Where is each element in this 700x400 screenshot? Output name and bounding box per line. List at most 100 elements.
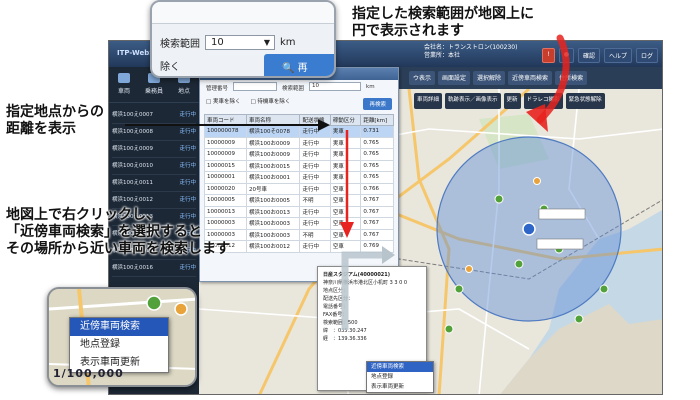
table-cell: 10000005 — [204, 194, 247, 207]
vehicle-list-item[interactable]: 横浜100え0011 走行中 — [112, 175, 196, 192]
vehicle-name: 横浜100え0009 — [112, 146, 153, 152]
inset-top-strip — [152, 2, 334, 24]
vehicle-marker — [514, 259, 524, 269]
toolbar-button[interactable]: 近傍車両検索 — [508, 71, 553, 85]
subtoolbar-button[interactable]: ドラレコ撮影 — [523, 93, 563, 109]
research-button-zoom[interactable]: 🔍 再 — [264, 54, 334, 76]
place-detail-line: 緯 ：035.30.247 — [323, 328, 367, 334]
table-cell: 横浜100お0015 — [245, 159, 301, 172]
toolbar-button[interactable]: 選択解除 — [473, 71, 506, 85]
caret-down-icon: ▼ — [263, 38, 270, 47]
context-menu-item[interactable]: 表示車両更新 — [367, 382, 433, 392]
table-row[interactable]: 10000020 20号車 走行中 空車 0.766 — [204, 182, 394, 195]
truck-icon — [118, 73, 130, 83]
vehicle-status: 走行中 — [179, 265, 196, 271]
table-row[interactable]: 10000015 横浜100お0015 走行中 実車 0.765 — [204, 159, 394, 172]
toolbar-button[interactable]: 住所検索 — [555, 71, 588, 85]
vehicle-name: 横浜100え0007 — [112, 112, 153, 118]
table-cell: 走行中 — [299, 217, 331, 230]
note-search-range: 指定した検索範囲が地図上に 円で表示されます — [352, 6, 534, 39]
subtoolbar-button[interactable]: 軌跡表示／画像表示 — [445, 93, 501, 109]
vehicle-marker — [494, 194, 504, 204]
table-cell: 空車 — [329, 228, 362, 241]
user-icon[interactable]: ● — [558, 48, 574, 63]
vehicle-list-item[interactable]: 横浜100え0009 走行中 — [112, 141, 196, 158]
table-cell: 走行中 — [299, 159, 331, 172]
vehicle-marker — [454, 284, 464, 294]
column-header[interactable]: 車両名称 — [245, 114, 301, 126]
table-cell: 20号車 — [245, 182, 301, 195]
vehicle-list-item[interactable]: 横浜100え0007 走行中 — [112, 107, 196, 124]
table-cell: 横浜100お0009 — [245, 148, 301, 161]
manage-no-input[interactable] — [233, 82, 278, 91]
table-row[interactable]: 10000009 横浜100お0009 走行中 実車 0.765 — [204, 148, 394, 161]
context-menu-small: 近傍車両検索 地点登録 表示車両更新 — [366, 361, 434, 393]
table-cell: 走行中 — [299, 205, 331, 218]
toolbar-button[interactable]: 画面設定 — [438, 71, 471, 85]
table-row[interactable]: 10000001 横浜100お0001 走行中 実車 0.765 — [204, 171, 394, 184]
label-range: 検索範囲 — [282, 86, 305, 92]
place-detail-line: 経 ：139.36.336 — [323, 336, 367, 342]
exclude-text-zoom: 除く — [160, 62, 180, 73]
table-cell: 走行中 — [299, 182, 331, 195]
company-name: 会社名：トランストロン(100230) — [424, 44, 518, 51]
table-cell: 横浜100お0003 — [245, 228, 301, 241]
table-cell: 走行中 — [299, 136, 331, 149]
column-header[interactable]: 配送状態 — [299, 114, 331, 126]
research-button[interactable]: 再検索 — [363, 98, 392, 110]
vehicle-list-item[interactable]: 横浜100え0008 走行中 — [112, 124, 196, 141]
table-cell: 10000009 — [204, 148, 247, 161]
table-row[interactable]: 10000012 横浜100お0012 走行中 空車 0.769 — [204, 240, 394, 253]
subtoolbar-button[interactable]: 緊急状態解除 — [565, 93, 605, 109]
range-unit: km — [366, 84, 375, 90]
nav-help[interactable]: ヘルプ — [603, 48, 632, 63]
range-select[interactable]: 10 — [309, 82, 362, 91]
context-menu-item-zoom[interactable]: 地点登録 — [70, 336, 168, 354]
tab-vehicles[interactable]: 車両 — [109, 67, 139, 102]
label-manage-no: 管理番号 — [206, 86, 229, 92]
nav-logout[interactable]: ログ — [635, 48, 658, 63]
table-row[interactable]: 10000013 横浜100お0013 走行中 空車 0.767 — [204, 205, 394, 218]
column-header[interactable]: 車両コード — [204, 114, 247, 126]
alert-icon[interactable]: ! — [542, 48, 555, 63]
vehicle-name: 横浜100え0011 — [112, 180, 153, 186]
table-cell: 実車 — [329, 136, 362, 149]
context-menu-item[interactable]: 近傍車両検索 — [367, 362, 433, 372]
vehicle-name: 横浜100え0012 — [112, 197, 153, 203]
context-menu-item-zoom[interactable]: 近傍車両検索 — [70, 318, 168, 336]
subtoolbar-button[interactable]: 車両詳細 — [414, 93, 443, 109]
table-cell: 0.731 — [360, 125, 394, 138]
table-row[interactable]: 100000078 横浜100そ0078 走行中 実車 0.731 — [204, 125, 394, 138]
table-cell: 10000001 — [204, 171, 247, 184]
table-cell: 横浜100お0003 — [245, 217, 301, 230]
column-header[interactable]: 稼動区分 — [329, 114, 362, 126]
table-row[interactable]: 10000009 横浜100お0009 走行中 実車 0.765 — [204, 136, 394, 149]
exclude-loaded-checkbox[interactable]: □ 実車を除く — [206, 97, 240, 105]
place-marker — [533, 177, 541, 185]
table-cell: 0.765 — [360, 136, 394, 149]
context-menu-item[interactable]: 地点登録 — [367, 372, 433, 382]
vehicle-list-item[interactable]: 横浜100え0010 走行中 — [112, 158, 196, 175]
range-select-zoom[interactable]: 10 ▼ — [205, 35, 275, 50]
toolbar-button[interactable]: ウ表示 — [409, 71, 436, 85]
subtoolbar-button[interactable]: 更新 — [503, 93, 521, 109]
nav-confirm[interactable]: 確認 — [577, 48, 600, 63]
vehicle-list-item[interactable]: 横浜100え0016 走行中 — [112, 260, 196, 277]
note-distance: 指定地点からの 距離を表示 — [6, 104, 104, 137]
table-cell: 実車 — [329, 125, 362, 138]
table-cell: 横浜100お0012 — [245, 240, 301, 253]
column-header[interactable]: 距離[km] — [360, 114, 394, 126]
table-cell: 横浜100お0009 — [245, 136, 301, 149]
exclude-waiting-checkbox[interactable]: □ 待機車を除く — [250, 97, 290, 105]
vehicle-name: 横浜100え0008 — [112, 129, 153, 135]
table-row[interactable]: 10000003 横浜100お0003 不明 空車 0.767 — [204, 228, 394, 241]
place-detail-line: FAX番号： — [323, 312, 348, 318]
company-info: 会社名：トランストロン(100230) 営業所：本社 — [424, 44, 517, 60]
table-cell: 横浜100そ0078 — [245, 125, 301, 138]
vehicle-status: 走行中 — [179, 112, 196, 118]
table-row[interactable]: 10000003 横浜100お0003 走行中 空車 0.767 — [204, 217, 394, 230]
top-nav: ! ● 確認 ヘルプ ログ — [542, 48, 658, 63]
table-cell: 実車 — [329, 148, 362, 161]
place-name: 日産スタジアム(40000021) — [323, 272, 391, 278]
table-row[interactable]: 10000005 横浜100お0005 不明 空車 0.767 — [204, 194, 394, 207]
